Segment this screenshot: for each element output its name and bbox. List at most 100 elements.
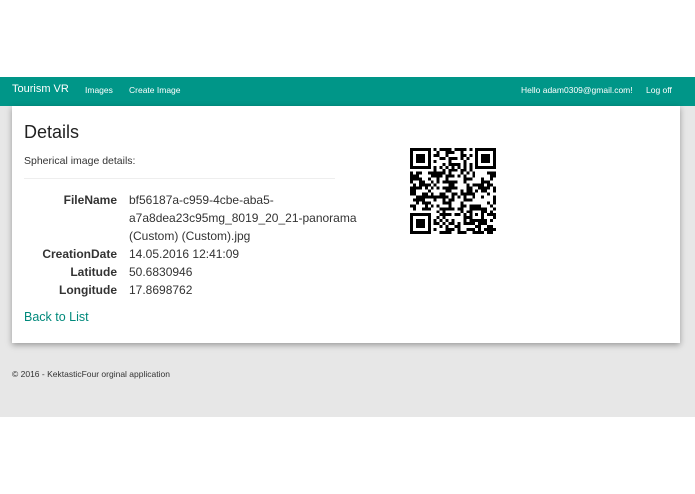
qr-module bbox=[469, 198, 473, 202]
qr-module bbox=[442, 213, 446, 217]
field-label-creationdate: CreationDate bbox=[42, 247, 117, 261]
qr-module bbox=[448, 204, 452, 208]
qr-module bbox=[436, 174, 440, 178]
nav-link-create-image[interactable]: Create Image bbox=[129, 85, 181, 95]
qr-module bbox=[442, 195, 446, 199]
qr-module bbox=[460, 192, 464, 196]
qr-module bbox=[469, 177, 473, 181]
qr-module bbox=[490, 174, 494, 178]
user-greeting-link[interactable]: Hello adam0309@gmail.com! bbox=[521, 85, 633, 95]
qr-module bbox=[412, 189, 416, 193]
qr-module bbox=[469, 162, 473, 166]
qr-module bbox=[448, 213, 452, 217]
qr-module bbox=[433, 174, 437, 178]
qr-module bbox=[445, 195, 449, 199]
qr-module bbox=[475, 204, 479, 208]
qr-module bbox=[487, 192, 491, 196]
qr-module bbox=[412, 174, 416, 178]
qr-module bbox=[487, 225, 491, 229]
qr-module bbox=[484, 228, 488, 232]
qr-module bbox=[433, 159, 437, 163]
qr-module bbox=[448, 198, 452, 202]
qr-module bbox=[478, 231, 482, 234]
qr-module bbox=[466, 222, 470, 226]
qr-module bbox=[457, 165, 461, 169]
qr-module bbox=[451, 222, 455, 226]
qr-module bbox=[490, 231, 494, 234]
qr-module bbox=[472, 183, 476, 187]
qr-module bbox=[448, 228, 452, 232]
qr-module bbox=[433, 148, 437, 151]
qr-code-image bbox=[410, 148, 496, 234]
qr-module bbox=[490, 183, 494, 187]
qr-module bbox=[463, 192, 467, 196]
qr-module bbox=[410, 177, 413, 181]
field-value-longitude: 17.8698762 bbox=[129, 283, 193, 297]
qr-module bbox=[466, 228, 470, 232]
qr-module bbox=[460, 231, 464, 234]
qr-module bbox=[457, 195, 461, 199]
qr-module bbox=[493, 195, 496, 199]
qr-module bbox=[463, 153, 467, 157]
qr-module bbox=[493, 171, 496, 175]
qr-module bbox=[460, 201, 464, 205]
qr-module bbox=[421, 207, 425, 211]
qr-module bbox=[412, 204, 416, 208]
qr-module bbox=[445, 213, 449, 217]
back-to-list-link[interactable]: Back to List bbox=[24, 310, 89, 324]
qr-module bbox=[448, 150, 452, 154]
qr-module bbox=[436, 204, 440, 208]
qr-module bbox=[418, 183, 422, 187]
qr-module bbox=[436, 180, 440, 184]
qr-module bbox=[427, 195, 431, 199]
qr-module bbox=[410, 192, 413, 196]
qr-module bbox=[475, 231, 479, 234]
qr-module bbox=[469, 168, 473, 172]
field-value-creationdate: 14.05.2016 12:41:09 bbox=[129, 247, 240, 261]
qr-module bbox=[463, 222, 467, 226]
qr-module bbox=[445, 219, 449, 223]
qr-module bbox=[424, 195, 428, 199]
qr-module bbox=[448, 201, 452, 205]
qr-module bbox=[454, 225, 458, 229]
qr-module bbox=[466, 198, 470, 202]
qr-module bbox=[457, 213, 461, 217]
qr-module bbox=[433, 153, 437, 157]
qr-module bbox=[439, 165, 443, 169]
logoff-link[interactable]: Log off bbox=[646, 85, 672, 95]
qr-module bbox=[415, 198, 419, 202]
brand-link[interactable]: Tourism VR bbox=[12, 83, 69, 95]
qr-module bbox=[436, 222, 440, 226]
qr-module bbox=[421, 198, 425, 202]
qr-module bbox=[427, 189, 431, 193]
qr-module bbox=[460, 150, 464, 154]
qr-module bbox=[484, 222, 488, 226]
qr-module bbox=[460, 168, 464, 172]
qr-module bbox=[478, 225, 482, 229]
qr-module bbox=[466, 171, 470, 175]
qr-module bbox=[472, 195, 476, 199]
qr-module bbox=[490, 204, 494, 208]
qr-module bbox=[469, 148, 473, 151]
qr-module bbox=[478, 204, 482, 208]
qr-module bbox=[418, 177, 422, 181]
qr-module bbox=[451, 162, 455, 166]
qr-module bbox=[475, 183, 479, 187]
qr-module bbox=[424, 183, 428, 187]
nav-link-images[interactable]: Images bbox=[85, 85, 113, 95]
qr-module bbox=[463, 159, 467, 163]
qr-module bbox=[436, 195, 440, 199]
qr-module bbox=[457, 148, 461, 151]
qr-module bbox=[442, 207, 446, 211]
qr-module bbox=[460, 171, 464, 175]
qr-module bbox=[412, 207, 416, 211]
qr-module bbox=[472, 204, 476, 208]
qr-module bbox=[442, 231, 446, 234]
qr-module bbox=[457, 225, 461, 229]
qr-module bbox=[421, 192, 425, 196]
qr-module bbox=[421, 195, 425, 199]
qr-module bbox=[490, 210, 494, 214]
qr-module bbox=[451, 174, 455, 178]
qr-module bbox=[457, 207, 461, 211]
qr-module bbox=[469, 192, 473, 196]
